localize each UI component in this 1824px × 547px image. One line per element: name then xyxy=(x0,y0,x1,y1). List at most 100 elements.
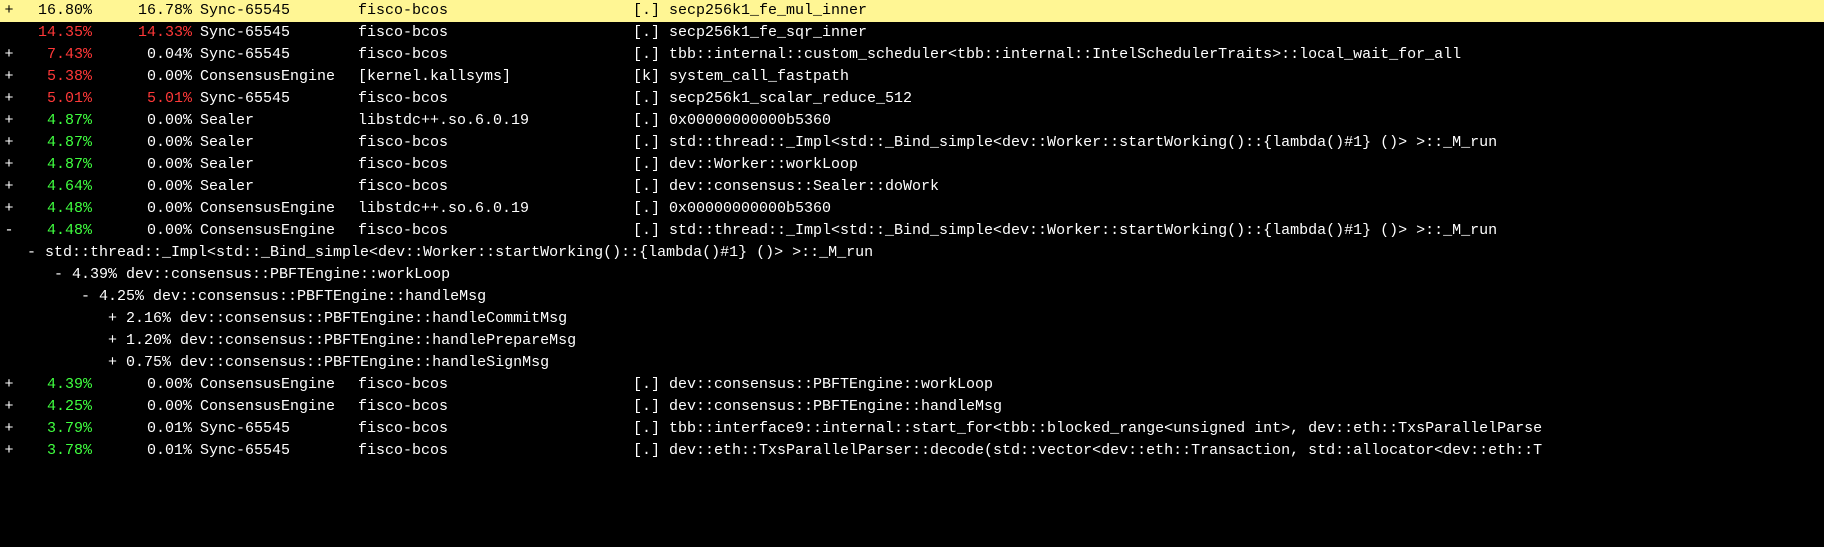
overhead-percent: 14.35% xyxy=(18,22,100,44)
command-name: Sync-65545 xyxy=(200,22,358,44)
perf-row[interactable]: +4.87%0.00%Sealerfisco-bcos[.]std::threa… xyxy=(0,132,1824,154)
perf-row[interactable]: +4.64%0.00%Sealerfisco-bcos[.]dev::conse… xyxy=(0,176,1824,198)
symbol-name: tbb::interface9::internal::start_for<tbb… xyxy=(669,418,1824,440)
expander-icon[interactable]: + xyxy=(0,88,18,110)
self-percent: 16.78% xyxy=(100,0,200,22)
command-name: ConsensusEngine xyxy=(200,374,358,396)
expander-icon[interactable]: + xyxy=(0,396,18,418)
symbol-name: dev::eth::TxsParallelParser::decode(std:… xyxy=(669,440,1824,462)
expander-icon[interactable]: + xyxy=(0,0,18,22)
expander-icon[interactable]: + xyxy=(0,440,18,462)
perf-row[interactable]: +4.39%0.00%ConsensusEnginefisco-bcos[.]d… xyxy=(0,374,1824,396)
overhead-percent: 3.78% xyxy=(18,440,100,462)
shared-object: fisco-bcos xyxy=(358,176,633,198)
perf-row[interactable]: +4.25%0.00%ConsensusEnginefisco-bcos[.]d… xyxy=(0,396,1824,418)
expander-icon[interactable]: + xyxy=(0,374,18,396)
callchain-row[interactable]: + 1.20% dev::consensus::PBFTEngine::hand… xyxy=(0,330,1824,352)
command-name: ConsensusEngine xyxy=(200,66,358,88)
command-name: ConsensusEngine xyxy=(200,396,358,418)
symbol-name: dev::consensus::PBFTEngine::workLoop xyxy=(669,374,1824,396)
command-name: Sync-65545 xyxy=(200,44,358,66)
overhead-percent: 4.87% xyxy=(18,132,100,154)
marker: [.] xyxy=(633,396,669,418)
symbol-name: secp256k1_fe_sqr_inner xyxy=(669,22,1824,44)
callchain-row[interactable]: - 4.39% dev::consensus::PBFTEngine::work… xyxy=(0,264,1824,286)
overhead-percent: 4.48% xyxy=(18,198,100,220)
marker: [.] xyxy=(633,374,669,396)
marker: [.] xyxy=(633,440,669,462)
symbol-name: system_call_fastpath xyxy=(669,66,1824,88)
command-name: Sealer xyxy=(200,110,358,132)
overhead-percent: 4.25% xyxy=(18,396,100,418)
perf-row[interactable]: +5.38%0.00%ConsensusEngine[kernel.kallsy… xyxy=(0,66,1824,88)
callchain-row[interactable]: - std::thread::_Impl<std::_Bind_simple<d… xyxy=(0,242,1824,264)
perf-row[interactable]: -4.48%0.00%ConsensusEnginefisco-bcos[.]s… xyxy=(0,220,1824,242)
callchain-text: - 4.39% dev::consensus::PBFTEngine::work… xyxy=(0,264,450,286)
perf-row[interactable]: +7.43%0.04%Sync-65545fisco-bcos[.]tbb::i… xyxy=(0,44,1824,66)
overhead-percent: 3.79% xyxy=(18,418,100,440)
command-name: Sync-65545 xyxy=(200,88,358,110)
callchain-row[interactable]: + 2.16% dev::consensus::PBFTEngine::hand… xyxy=(0,308,1824,330)
expander-icon[interactable]: + xyxy=(0,418,18,440)
marker: [.] xyxy=(633,418,669,440)
marker: [.] xyxy=(633,154,669,176)
marker: [.] xyxy=(633,198,669,220)
marker: [.] xyxy=(633,44,669,66)
command-name: Sealer xyxy=(200,176,358,198)
expander-icon[interactable]: + xyxy=(0,66,18,88)
perf-row[interactable]: +16.80%16.78%Sync-65545fisco-bcos[.]secp… xyxy=(0,0,1824,22)
self-percent: 0.04% xyxy=(100,44,200,66)
command-name: Sync-65545 xyxy=(200,418,358,440)
expander-icon[interactable]: + xyxy=(0,132,18,154)
shared-object: [kernel.kallsyms] xyxy=(358,66,633,88)
callchain-row[interactable]: + 0.75% dev::consensus::PBFTEngine::hand… xyxy=(0,352,1824,374)
command-name: ConsensusEngine xyxy=(200,198,358,220)
expander-icon[interactable]: - xyxy=(0,220,18,242)
symbol-name: 0x00000000000b5360 xyxy=(669,198,1824,220)
perf-row[interactable]: 14.35%14.33%Sync-65545fisco-bcos[.]secp2… xyxy=(0,22,1824,44)
symbol-name: tbb::internal::custom_scheduler<tbb::int… xyxy=(669,44,1824,66)
shared-object: fisco-bcos xyxy=(358,440,633,462)
overhead-percent: 16.80% xyxy=(18,0,100,22)
marker: [k] xyxy=(633,66,669,88)
expander-icon[interactable]: + xyxy=(0,110,18,132)
symbol-name: 0x00000000000b5360 xyxy=(669,110,1824,132)
callchain-text: + 1.20% dev::consensus::PBFTEngine::hand… xyxy=(0,330,576,352)
self-percent: 0.00% xyxy=(100,132,200,154)
perf-row[interactable]: +3.79%0.01%Sync-65545fisco-bcos[.]tbb::i… xyxy=(0,418,1824,440)
self-percent: 0.00% xyxy=(100,66,200,88)
self-percent: 0.00% xyxy=(100,154,200,176)
perf-report: +16.80%16.78%Sync-65545fisco-bcos[.]secp… xyxy=(0,0,1824,462)
overhead-percent: 4.48% xyxy=(18,220,100,242)
overhead-percent: 4.87% xyxy=(18,110,100,132)
shared-object: fisco-bcos xyxy=(358,154,633,176)
symbol-name: secp256k1_scalar_reduce_512 xyxy=(669,88,1824,110)
symbol-name: std::thread::_Impl<std::_Bind_simple<dev… xyxy=(669,132,1824,154)
expander-icon[interactable]: + xyxy=(0,198,18,220)
overhead-percent: 4.64% xyxy=(18,176,100,198)
overhead-percent: 5.01% xyxy=(18,88,100,110)
perf-row[interactable]: +4.48%0.00%ConsensusEnginelibstdc++.so.6… xyxy=(0,198,1824,220)
callchain-text: + 0.75% dev::consensus::PBFTEngine::hand… xyxy=(0,352,549,374)
perf-row[interactable]: +3.78%0.01%Sync-65545fisco-bcos[.]dev::e… xyxy=(0,440,1824,462)
perf-row[interactable]: +4.87%0.00%Sealerlibstdc++.so.6.0.19[.]0… xyxy=(0,110,1824,132)
self-percent: 0.00% xyxy=(100,374,200,396)
callchain-text: + 2.16% dev::consensus::PBFTEngine::hand… xyxy=(0,308,567,330)
perf-row[interactable]: +4.87%0.00%Sealerfisco-bcos[.]dev::Worke… xyxy=(0,154,1824,176)
shared-object: fisco-bcos xyxy=(358,396,633,418)
self-percent: 0.00% xyxy=(100,110,200,132)
expander-icon[interactable]: + xyxy=(0,176,18,198)
expander-icon[interactable]: + xyxy=(0,44,18,66)
shared-object: libstdc++.so.6.0.19 xyxy=(358,110,633,132)
callchain-text: - std::thread::_Impl<std::_Bind_simple<d… xyxy=(0,242,873,264)
callchain-row[interactable]: - 4.25% dev::consensus::PBFTEngine::hand… xyxy=(0,286,1824,308)
expander-icon[interactable]: + xyxy=(0,154,18,176)
overhead-percent: 4.87% xyxy=(18,154,100,176)
symbol-name: dev::consensus::Sealer::doWork xyxy=(669,176,1824,198)
perf-row[interactable]: +5.01%5.01%Sync-65545fisco-bcos[.]secp25… xyxy=(0,88,1824,110)
symbol-name: dev::Worker::workLoop xyxy=(669,154,1824,176)
self-percent: 0.01% xyxy=(100,418,200,440)
self-percent: 14.33% xyxy=(100,22,200,44)
callchain-text: - 4.25% dev::consensus::PBFTEngine::hand… xyxy=(0,286,486,308)
shared-object: fisco-bcos xyxy=(358,418,633,440)
